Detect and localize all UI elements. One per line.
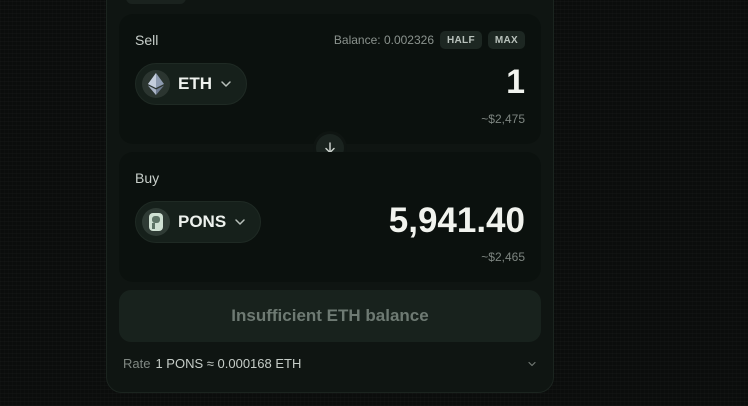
sell-token-symbol: ETH: [178, 74, 212, 93]
rate-row[interactable]: Rate 1 PONS ≈ 0.000168 ETH: [123, 356, 537, 371]
buy-amount: 5,941.40: [388, 201, 525, 240]
buy-panel: Buy PONS 5,941.40 ~$2,465: [119, 152, 541, 282]
rate-label: Rate: [123, 356, 151, 371]
sell-panel: Sell Balance: 0.002326 HALF MAX ETH 1 ~$…: [119, 14, 541, 144]
card-top-tab: [126, 0, 186, 4]
chevron-down-icon[interactable]: [527, 359, 537, 369]
max-button[interactable]: MAX: [487, 31, 525, 49]
buy-fiat-value: ~$2,465: [481, 250, 525, 264]
half-button[interactable]: HALF: [440, 31, 482, 49]
sell-token-selector[interactable]: ETH: [135, 63, 247, 105]
chevron-down-icon: [235, 219, 245, 225]
sell-label: Sell: [135, 32, 159, 48]
buy-token-selector[interactable]: PONS: [135, 201, 262, 243]
insufficient-balance-button[interactable]: Insufficient ETH balance: [119, 290, 541, 342]
pons-token-icon: [142, 208, 170, 236]
ethereum-icon: [142, 70, 170, 98]
buy-label: Buy: [135, 170, 160, 186]
rate-value: 1 PONS ≈ 0.000168 ETH: [155, 356, 302, 371]
sell-balance-row: Balance: 0.002326 HALF MAX: [334, 31, 525, 49]
chevron-down-icon: [221, 81, 231, 87]
sell-amount[interactable]: 1: [506, 63, 525, 102]
buy-token-symbol: PONS: [178, 212, 227, 231]
sell-fiat-value: ~$2,475: [481, 112, 525, 126]
balance-text: Balance: 0.002326: [333, 33, 434, 47]
